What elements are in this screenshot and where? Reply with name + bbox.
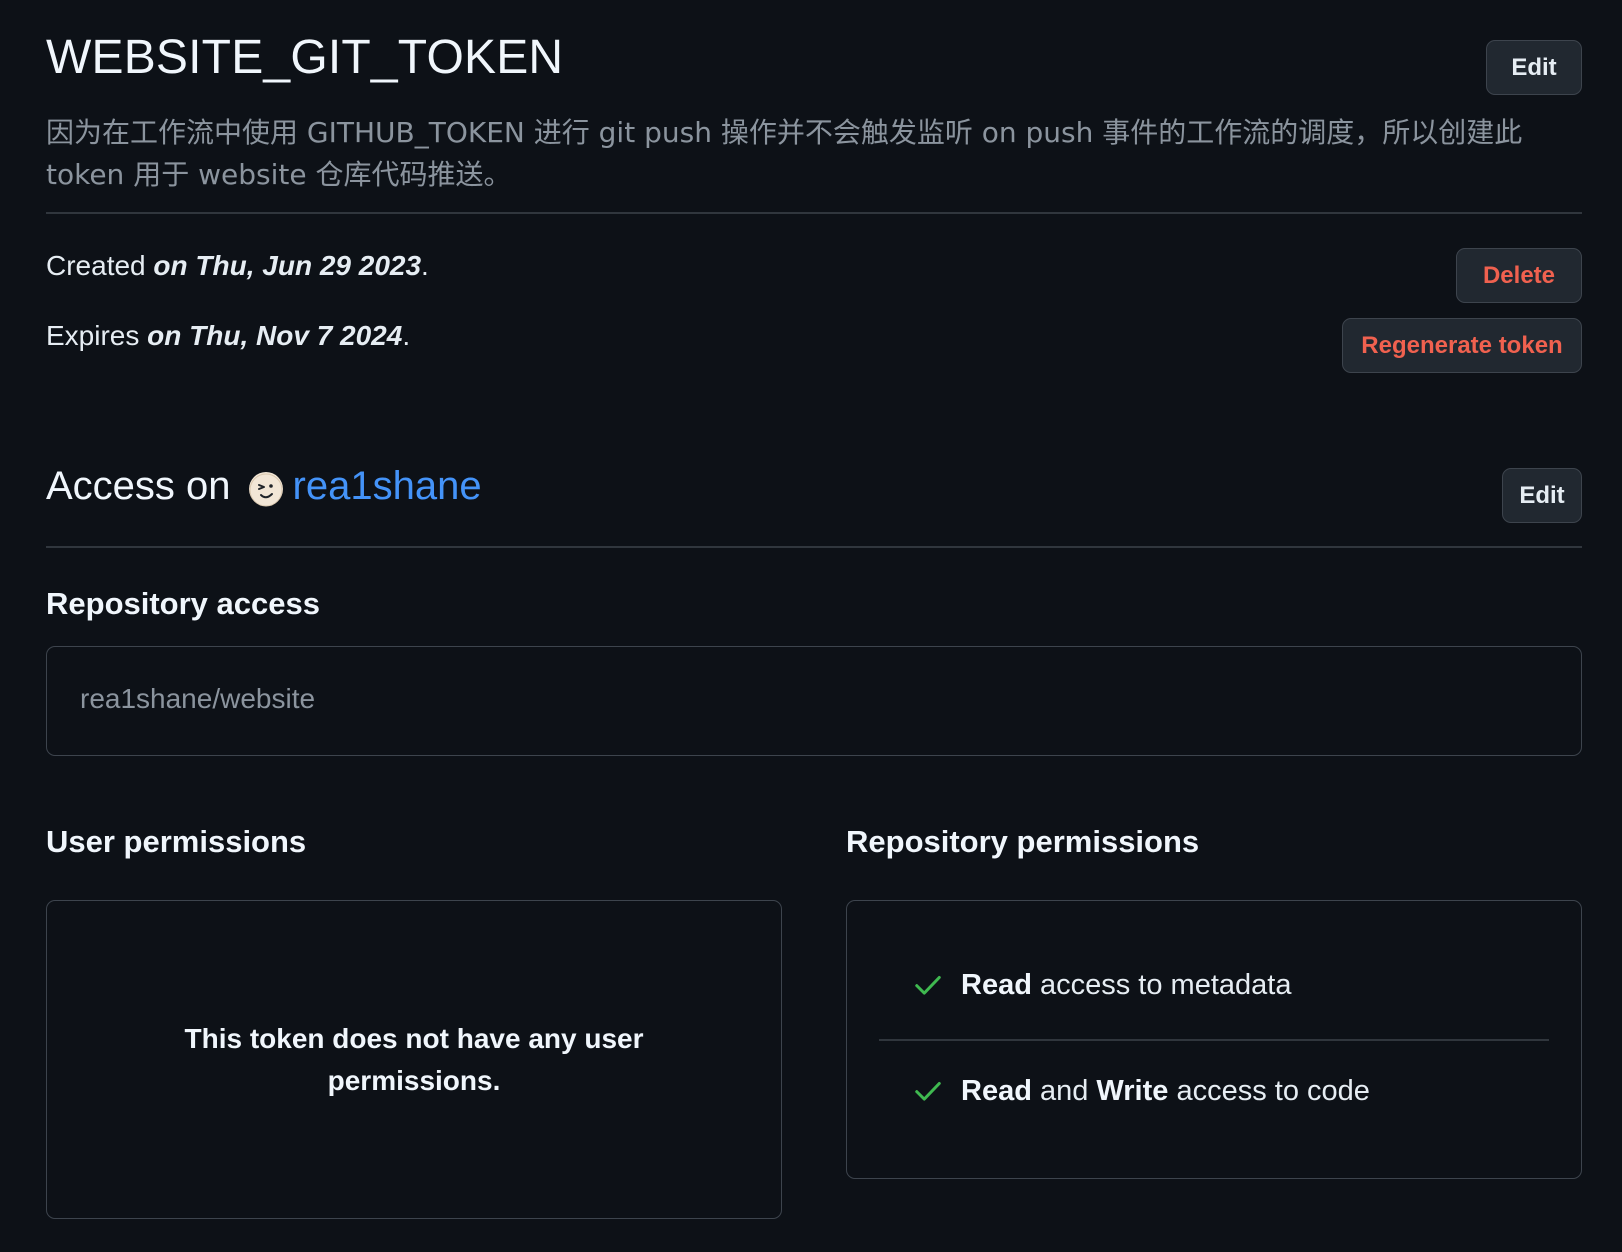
repository-access-box: rea1shane/website	[46, 646, 1582, 756]
permission-joiner: and	[1031, 1074, 1097, 1107]
token-detail-page: WEBSITE_GIT_TOKEN Edit 因为在工作流中使用 GITHUB_…	[46, 0, 1582, 1219]
permission-item: Read and Write access to code	[879, 1061, 1549, 1121]
permission-level: Write	[1096, 1074, 1169, 1107]
check-icon	[915, 976, 941, 995]
repository-permissions-heading: Repository permissions	[846, 824, 1200, 859]
edit-token-button[interactable]: Edit	[1486, 40, 1582, 95]
repository-access-heading: Repository access	[46, 586, 320, 621]
permission-level: Read	[961, 968, 1032, 1001]
owner-link[interactable]: rea1shane	[293, 464, 482, 509]
permission-item: Read access to metadata	[879, 955, 1549, 1015]
delete-token-button[interactable]: Delete	[1456, 248, 1582, 303]
divider	[46, 212, 1582, 214]
regenerate-token-button[interactable]: Regenerate token	[1342, 318, 1582, 373]
empty-permissions-message: This token does not have any user permis…	[184, 1022, 644, 1096]
avatar-face-icon	[249, 473, 283, 506]
created-prefix: Created	[46, 250, 154, 281]
created-period: .	[421, 250, 429, 281]
created-line: Created on Thu, Jun 29 2023.	[46, 250, 429, 282]
repository-item: rea1shane/website	[80, 683, 316, 714]
expires-prefix: Expires	[46, 320, 148, 351]
expires-line: Expires on Thu, Nov 7 2024.	[46, 320, 410, 352]
edit-access-button[interactable]: Edit	[1502, 468, 1582, 523]
repository-permissions-box: Read access to metadata Read and Write a…	[846, 900, 1582, 1179]
permission-text: access to metadata	[1031, 968, 1292, 1001]
user-permissions-heading: User permissions	[46, 824, 307, 859]
expires-date: on Thu, Nov 7 2024	[147, 320, 403, 351]
access-heading: Access on rea1shane	[46, 464, 482, 509]
permission-level: Read	[961, 1074, 1032, 1107]
access-prefix: Access on	[46, 464, 231, 508]
permission-text: access to code	[1168, 1074, 1370, 1107]
avatar	[248, 471, 283, 506]
token-header: WEBSITE_GIT_TOKEN Edit	[46, 0, 1582, 112]
token-name: WEBSITE_GIT_TOKEN	[46, 31, 564, 84]
user-permissions-box: This token does not have any user permis…	[46, 900, 782, 1219]
divider	[879, 1039, 1549, 1041]
check-icon	[915, 1082, 941, 1101]
expires-period: .	[402, 320, 411, 351]
created-date: on Thu, Jun 29 2023	[153, 250, 422, 281]
token-description: 因为在工作流中使用 GITHUB_TOKEN 进行 git push 操作并不会…	[46, 116, 1523, 191]
divider	[46, 546, 1582, 548]
